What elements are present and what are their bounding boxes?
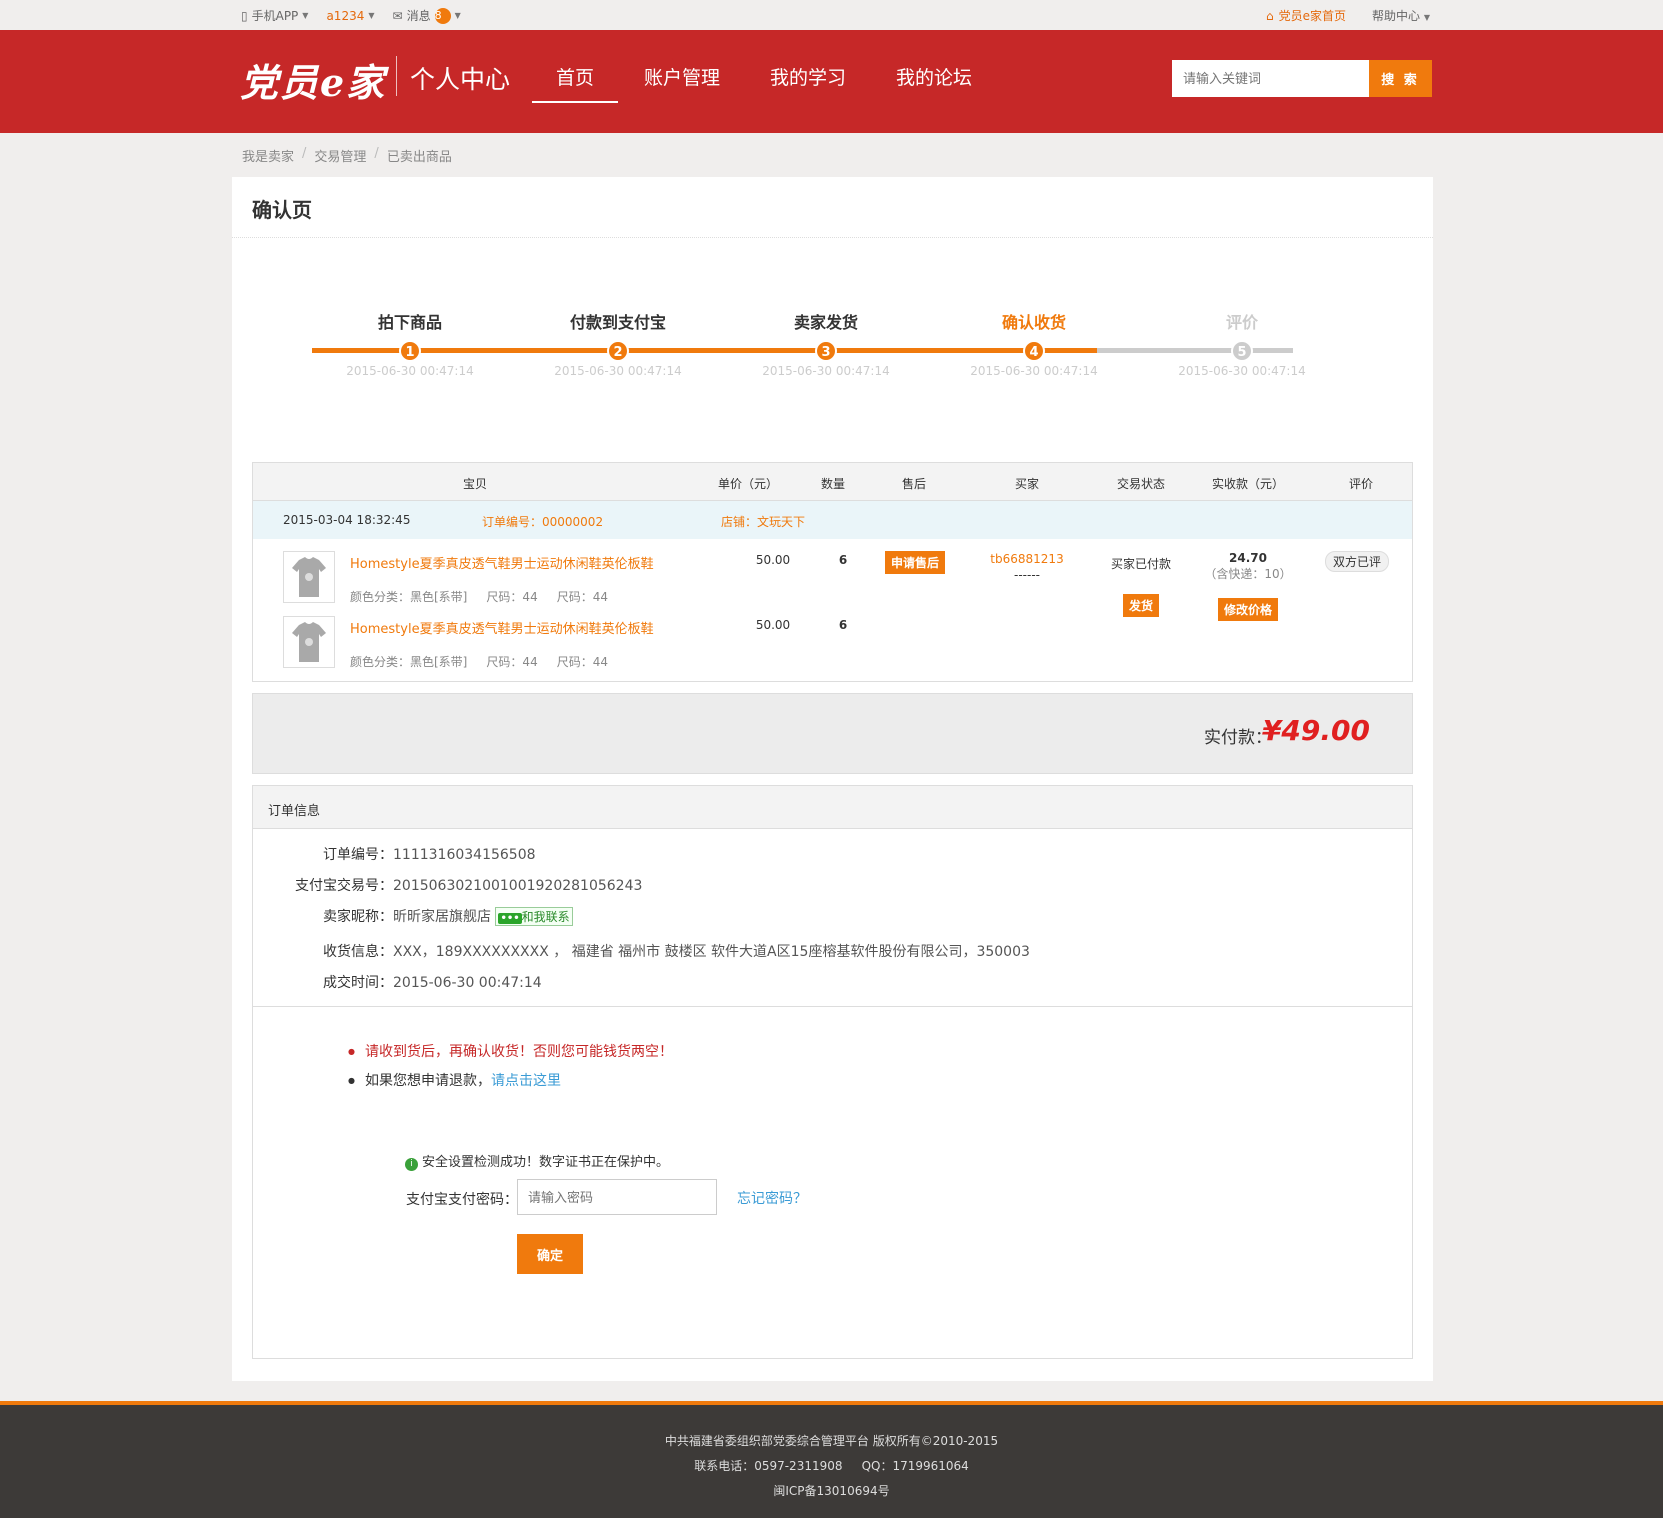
info-alipay-no: 支付宝交易号：2015063021001001920281056243 xyxy=(295,878,643,894)
info-icon: i xyxy=(405,1158,418,1171)
contact-seller-button[interactable]: ••• 和我联系 xyxy=(495,907,573,926)
info-address: 收货信息：XXX，189XXXXXXXXX ， 福建省 福州市 鼓楼区 软件大道… xyxy=(323,944,1030,960)
warning-notice: 请收到货后，再确认收货！否则您可能钱货两空！ xyxy=(348,1041,673,1061)
order-time: 2015-03-04 18:32:45 xyxy=(283,513,411,527)
chevron-down-icon: ▼ xyxy=(1423,13,1430,22)
site-subtitle: 个人中心 xyxy=(410,65,511,94)
step-4: 确认收货 4 2015-06-30 00:47:14 xyxy=(970,313,1098,378)
order-info-title: 订单信息 xyxy=(253,786,1412,829)
breadcrumb-sold: 已卖出商品 xyxy=(386,150,452,165)
progress-steps: 拍下商品 1 2015-06-30 00:47:14 付款到支付宝 2 2015… xyxy=(312,309,1352,379)
home-link[interactable]: ⌂ 党员e家首页 xyxy=(1266,7,1346,24)
received-amount: 24.70 xyxy=(1229,551,1267,565)
info-order-no: 订单编号：1111316034156508 xyxy=(323,847,536,863)
total-bar: 实付款： ¥49.00 xyxy=(252,693,1413,774)
tshirt-icon xyxy=(292,557,326,597)
modify-price-button[interactable]: 修改价格 xyxy=(1217,598,1278,621)
product-thumbnail[interactable] xyxy=(283,616,335,668)
user-menu[interactable]: a1234 ▼ xyxy=(326,9,374,23)
ship-button[interactable]: 发货 xyxy=(1122,594,1159,617)
trade-status: 买家已付款 xyxy=(1110,557,1171,571)
total-value: ¥49.00 xyxy=(1261,714,1370,747)
shop-name[interactable]: 店铺：文玩天下 xyxy=(721,513,805,530)
chevron-down-icon: ▼ xyxy=(368,11,375,20)
header: 党员e家 个人中心 首页 账户管理 我的学习 我的论坛 搜 索 xyxy=(0,30,1663,133)
main-nav: 首页 账户管理 我的学习 我的论坛 xyxy=(532,30,1022,133)
footer: 中共福建省委组织部党委综合管理平台 版权所有©2010-2015 联系电话：05… xyxy=(0,1401,1663,1518)
product-attrs: 颜色分类：黑色[系带] 尺码：44 尺码：44 xyxy=(350,590,609,604)
logo[interactable]: 党员e家 xyxy=(240,52,386,107)
password-field[interactable] xyxy=(517,1179,717,1215)
order-header-row: 2015-03-04 18:32:45 订单编号：00000002 店铺：文玩天… xyxy=(253,501,1412,539)
footer-contact: 联系电话：0597-2311908 QQ：1719961064 xyxy=(694,1459,969,1473)
tshirt-icon xyxy=(292,622,326,662)
list-item: Homestyle夏季真皮透气鞋男士运动休闲鞋英伦板鞋 颜色分类：黑色[系带] … xyxy=(253,616,1412,676)
mobile-app-menu[interactable]: ▯ 手机APP ▼ xyxy=(241,7,308,24)
nav-study[interactable]: 我的学习 xyxy=(770,30,846,133)
page-title: 确认页 xyxy=(252,198,312,222)
breadcrumb-seller[interactable]: 我是卖家 xyxy=(242,146,294,165)
envelope-icon: ✉ xyxy=(392,8,403,23)
home-icon: ⌂ xyxy=(1265,8,1274,23)
refund-link[interactable]: 请点击这里 xyxy=(491,1073,561,1089)
top-bar: ▯ 手机APP ▼ a1234 ▼ ✉ 消息 8 ▼ ⌂ 党员e家首页 帮助中心… xyxy=(0,0,1663,30)
chat-icon: ••• xyxy=(498,913,522,924)
order-number: 订单编号：00000002 xyxy=(482,515,604,529)
footer-icp[interactable]: 闽ICP备13010694号 xyxy=(0,1482,1663,1499)
messages-menu[interactable]: ✉ 消息 8 ▼ xyxy=(393,7,461,24)
main-panel: 确认页 拍下商品 1 2015-06-30 00:47:14 付款到支付宝 2 … xyxy=(232,177,1433,1381)
breadcrumb: 我是卖家 / 交易管理 / 已卖出商品 xyxy=(242,146,452,165)
nav-forum[interactable]: 我的论坛 xyxy=(896,30,972,133)
step-1: 拍下商品 1 2015-06-30 00:47:14 xyxy=(346,313,474,378)
info-seller: 卖家昵称：昕昕家居旗舰店 ••• 和我联系 xyxy=(253,906,573,926)
table-header: 宝贝 单价（元） 数量 售后 买家 交易状态 实收款（元） 评价 xyxy=(253,463,1412,501)
info-deal-time: 成交时间：2015-06-30 00:47:14 xyxy=(323,975,542,991)
amount-note: （含快递：10） xyxy=(1204,567,1292,581)
refund-notice: 如果您想申请退款，请点击这里 xyxy=(348,1070,561,1090)
password-label: 支付宝支付密码： xyxy=(406,1192,518,1208)
unit-price: 50.00 xyxy=(755,553,791,567)
product-attrs: 颜色分类：黑色[系带] 尺码：44 尺码：44 xyxy=(350,655,609,669)
phone-icon: ▯ xyxy=(241,8,248,23)
nav-home[interactable]: 首页 xyxy=(532,30,619,133)
unit-price: 50.00 xyxy=(755,618,791,632)
product-title[interactable]: Homestyle夏季真皮透气鞋男士运动休闲鞋英伦板鞋 xyxy=(350,618,654,637)
search-button[interactable]: 搜 索 xyxy=(1369,60,1432,97)
help-center-menu[interactable]: 帮助中心 ▼ xyxy=(1372,7,1430,24)
after-sale-button[interactable]: 申请售后 xyxy=(885,551,946,574)
chevron-down-icon: ▼ xyxy=(302,11,309,20)
step-2: 付款到支付宝 2 2015-06-30 00:47:14 xyxy=(554,313,682,378)
quantity: 6 xyxy=(838,553,848,567)
order-info-box: 订单信息 订单编号：1111316034156508 支付宝交易号：201506… xyxy=(252,785,1413,1359)
step-5: 评价 5 2015-06-30 00:47:14 xyxy=(1178,313,1306,378)
security-status: i 安全设置检测成功！数字证书正在保护中。 xyxy=(405,1151,669,1171)
order-table: 宝贝 单价（元） 数量 售后 买家 交易状态 实收款（元） 评价 2015-03… xyxy=(252,462,1413,682)
review-badge: 双方已评 xyxy=(1325,551,1390,572)
message-count-badge: 8 xyxy=(434,7,451,24)
step-3: 卖家发货 3 2015-06-30 00:47:14 xyxy=(762,313,890,378)
buyer-name[interactable]: tb66881213 xyxy=(987,552,1067,566)
buyer-sub: ------ xyxy=(1014,568,1040,582)
search-input[interactable] xyxy=(1172,60,1369,97)
footer-copyright: 中共福建省委组织部党委综合管理平台 版权所有©2010-2015 xyxy=(664,1434,999,1448)
breadcrumb-trade[interactable]: 交易管理 xyxy=(314,146,366,165)
logo-divider xyxy=(396,56,397,96)
chevron-down-icon: ▼ xyxy=(454,11,461,20)
product-thumbnail[interactable] xyxy=(283,551,335,603)
nav-account[interactable]: 账户管理 xyxy=(644,30,720,133)
quantity: 6 xyxy=(838,618,848,632)
product-title[interactable]: Homestyle夏季真皮透气鞋男士运动休闲鞋英伦板鞋 xyxy=(350,553,654,572)
forgot-password-link[interactable]: 忘记密码？ xyxy=(737,1188,807,1208)
confirm-button[interactable]: 确定 xyxy=(517,1234,583,1274)
